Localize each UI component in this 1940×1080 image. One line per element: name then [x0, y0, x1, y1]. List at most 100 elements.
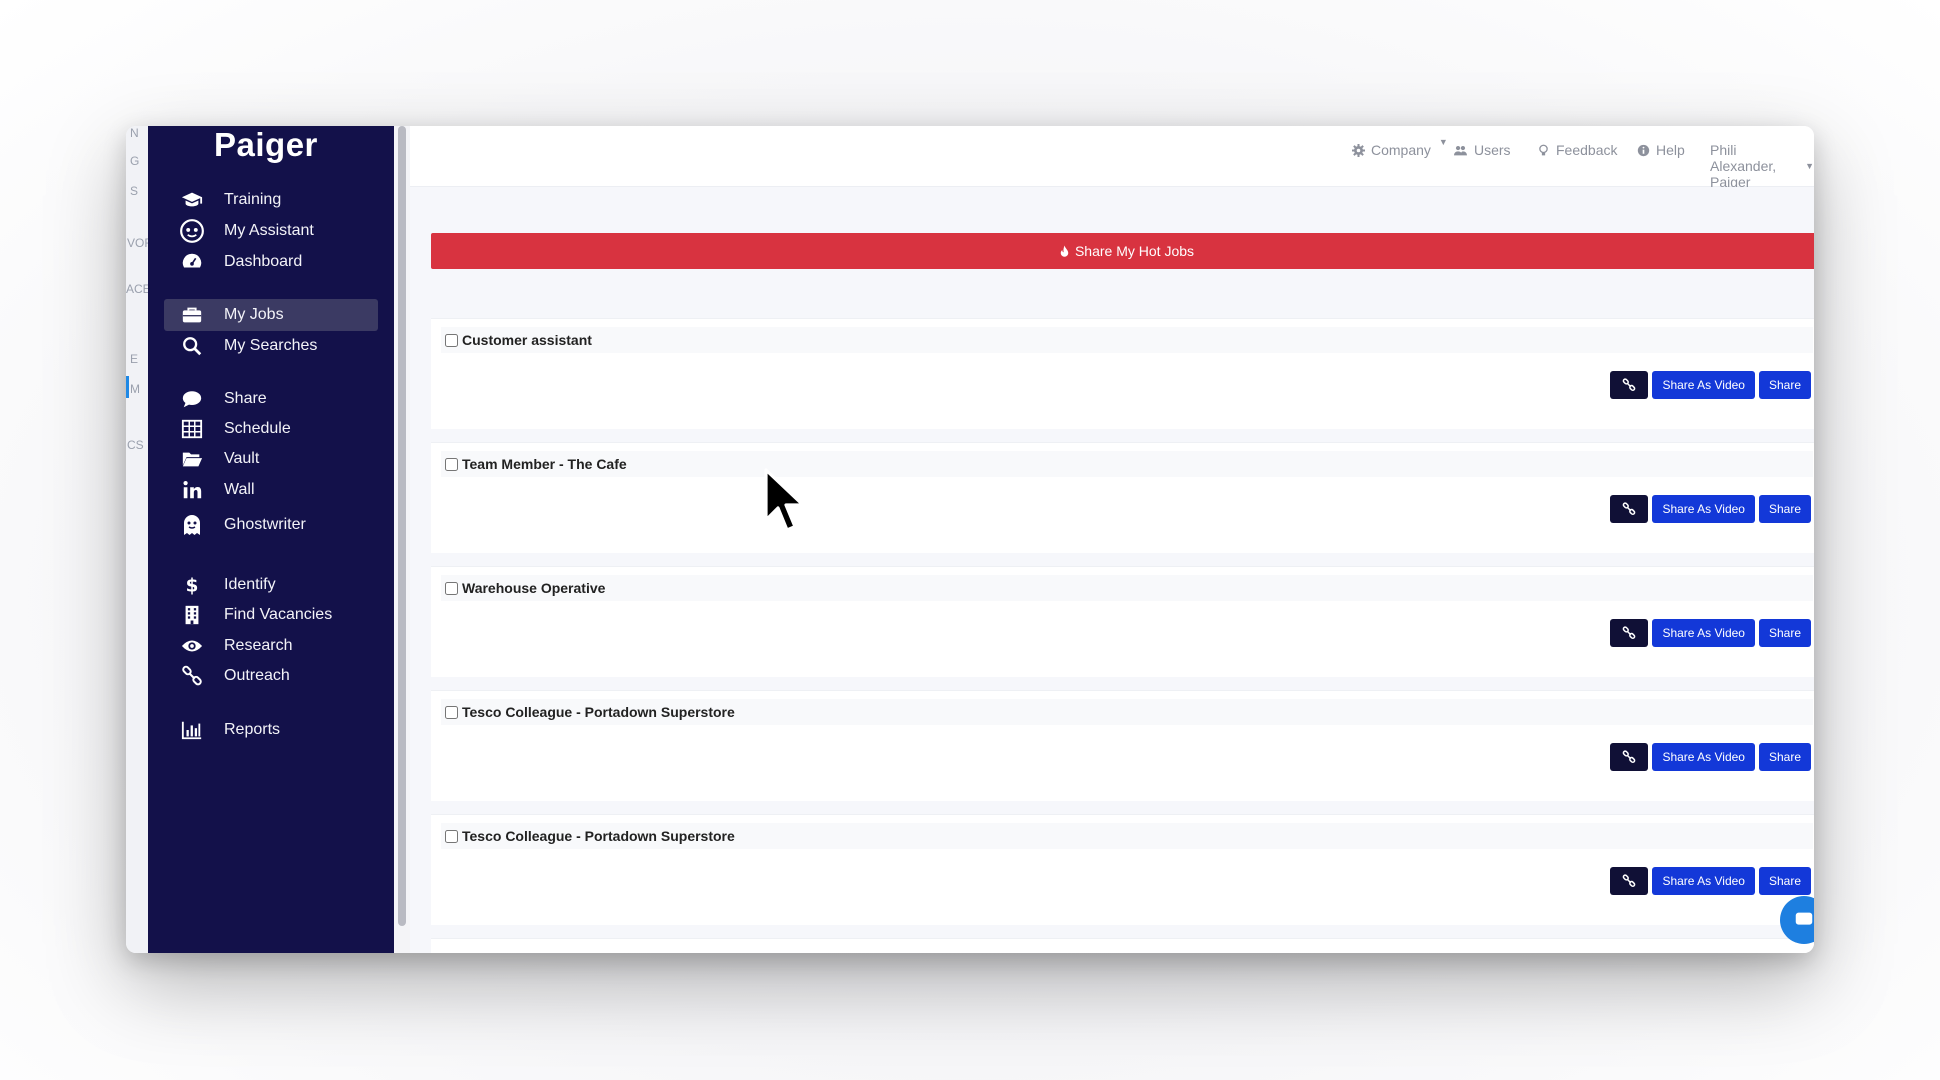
- link-icon: [1623, 750, 1636, 764]
- share-button[interactable]: Share: [1758, 619, 1811, 647]
- peek-text: S: [130, 184, 139, 198]
- sidebar-item-share[interactable]: Share: [164, 383, 378, 415]
- share-button[interactable]: Share: [1758, 371, 1811, 399]
- users-link[interactable]: Users: [1453, 142, 1511, 158]
- sidebar-item-label: Share: [224, 390, 267, 407]
- sidebar-item-my-assistant[interactable]: My Assistant: [164, 215, 378, 247]
- background-window-peek: N G S VOR ACE E M CS: [126, 126, 153, 953]
- sidebar-item-label: My Assistant: [224, 222, 314, 239]
- link-icon: [1623, 378, 1636, 392]
- job-title: Warehouse Operative: [462, 580, 606, 596]
- job-card: Tesco Colleague - Portadown Superstore S…: [431, 814, 1814, 925]
- sidebar-item-label: Dashboard: [224, 253, 303, 270]
- job-card: Customer assistant Share As Video Share: [431, 318, 1814, 429]
- robot-icon: [178, 218, 206, 244]
- share-as-video-button[interactable]: Share As Video: [1652, 743, 1755, 771]
- share-as-video-button[interactable]: Share As Video: [1652, 619, 1755, 647]
- graduation-cap-icon: [178, 189, 206, 211]
- briefcase-icon: [178, 304, 206, 326]
- info-circle-icon: [1637, 144, 1650, 156]
- sidebar-item-label: Research: [224, 637, 293, 654]
- job-select-checkbox[interactable]: [445, 581, 458, 595]
- sidebar-item-label: Wall: [224, 481, 255, 498]
- lightbulb-icon: [1539, 144, 1548, 155]
- copy-link-button[interactable]: [1610, 743, 1649, 771]
- job-title: Tesco Colleague - Portadown Superstore: [462, 704, 735, 720]
- share-as-video-button[interactable]: Share As Video: [1652, 495, 1755, 523]
- peek-text: M: [130, 382, 140, 396]
- chevron-down-icon: ▼: [1805, 161, 1814, 171]
- sidebar-item-research[interactable]: Research: [164, 630, 378, 662]
- share-button[interactable]: Share: [1758, 495, 1811, 523]
- sidebar-item-ghostwriter[interactable]: Ghostwriter: [164, 509, 378, 541]
- copy-link-button[interactable]: [1610, 371, 1649, 399]
- share-button[interactable]: Share: [1758, 867, 1811, 895]
- sidebar-item-identify[interactable]: $ Identify: [164, 569, 378, 601]
- sidebar-item-reports[interactable]: Reports: [164, 714, 378, 746]
- peek-accent-bar: [126, 376, 129, 398]
- copy-link-button[interactable]: [1610, 495, 1649, 523]
- peek-text: N: [130, 126, 139, 140]
- job-card-header: Customer assistant: [441, 327, 1813, 353]
- job-select-checkbox[interactable]: [445, 829, 458, 843]
- share-hot-jobs-button[interactable]: Share My Hot Jobs: [431, 233, 1814, 269]
- job-card-header: Team Member - The Cafe: [441, 451, 1813, 477]
- help-link[interactable]: Help: [1637, 142, 1685, 158]
- bar-chart-icon: [178, 719, 206, 741]
- sidebar-item-training[interactable]: Training: [164, 184, 378, 216]
- job-title: Customer assistant: [462, 332, 592, 348]
- building-icon: [178, 604, 206, 626]
- gear-icon: [1352, 143, 1365, 157]
- job-actions: Share As Video Share: [1610, 867, 1811, 895]
- sidebar: Paiger Training My Assistant Dashboard M…: [148, 126, 394, 953]
- dashboard-gauge-icon: [178, 251, 206, 273]
- dollar-icon: $: [178, 574, 206, 596]
- help-label: Help: [1656, 142, 1685, 158]
- eye-icon: [178, 635, 206, 657]
- copy-link-button[interactable]: [1610, 867, 1649, 895]
- link-icon: [1623, 626, 1636, 640]
- sidebar-item-label: Ghostwriter: [224, 516, 306, 533]
- sidebar-item-dashboard[interactable]: Dashboard: [164, 246, 378, 278]
- sidebar-scrollbar-thumb[interactable]: [398, 126, 406, 926]
- job-card-header: Warehouse Operative: [441, 575, 1813, 601]
- sidebar-item-label: Reports: [224, 721, 281, 738]
- company-menu[interactable]: Company ▼: [1352, 137, 1448, 158]
- job-actions: Share As Video Share: [1610, 619, 1811, 647]
- share-hot-jobs-label: Share My Hot Jobs: [1074, 243, 1195, 259]
- job-card: Team Member - The Cafe Share As Video Sh…: [431, 442, 1814, 553]
- share-as-video-button[interactable]: Share As Video: [1652, 867, 1755, 895]
- mouse-pointer-icon: [764, 468, 805, 532]
- sidebar-item-my-searches[interactable]: My Searches: [164, 330, 378, 362]
- user-account-menu[interactable]: Phili Alexander, Paiger ▼: [1710, 142, 1814, 190]
- sidebar-item-outreach[interactable]: Outreach: [164, 660, 378, 692]
- sidebar-item-label: Find Vacancies: [224, 606, 333, 623]
- app-window: N G S VOR ACE E M CS Paiger Training My …: [126, 126, 1814, 953]
- linkedin-icon: [178, 479, 206, 501]
- job-select-checkbox[interactable]: [445, 457, 458, 471]
- share-as-video-button[interactable]: Share As Video: [1652, 371, 1755, 399]
- chat-icon: [1795, 912, 1813, 925]
- feedback-link[interactable]: Feedback: [1537, 142, 1617, 158]
- sidebar-item-vault[interactable]: Vault: [164, 443, 378, 475]
- top-navbar: Company ▼ Users Feedback Help Phili Alex…: [410, 126, 1814, 190]
- sidebar-item-schedule[interactable]: Schedule: [164, 413, 378, 445]
- copy-link-button[interactable]: [1610, 619, 1649, 647]
- users-icon: [1454, 145, 1467, 155]
- sidebar-item-find-vacancies[interactable]: Find Vacancies: [164, 599, 378, 631]
- share-button[interactable]: Share: [1758, 743, 1811, 771]
- sidebar-item-my-jobs[interactable]: My Jobs: [164, 299, 378, 331]
- sidebar-item-wall[interactable]: Wall: [164, 474, 378, 506]
- job-select-checkbox[interactable]: [445, 705, 458, 719]
- svg-text:$: $: [186, 575, 199, 596]
- link-icon: [178, 665, 206, 687]
- job-actions: Share As Video Share: [1610, 371, 1811, 399]
- job-card: [431, 938, 1814, 953]
- feedback-label: Feedback: [1556, 142, 1618, 158]
- sidebar-item-label: Schedule: [224, 420, 291, 437]
- link-icon: [1623, 502, 1636, 516]
- paiger-logo[interactable]: Paiger: [214, 126, 318, 164]
- company-label: Company: [1371, 142, 1431, 158]
- chat-bubble-icon: [178, 388, 206, 410]
- job-select-checkbox[interactable]: [445, 333, 458, 347]
